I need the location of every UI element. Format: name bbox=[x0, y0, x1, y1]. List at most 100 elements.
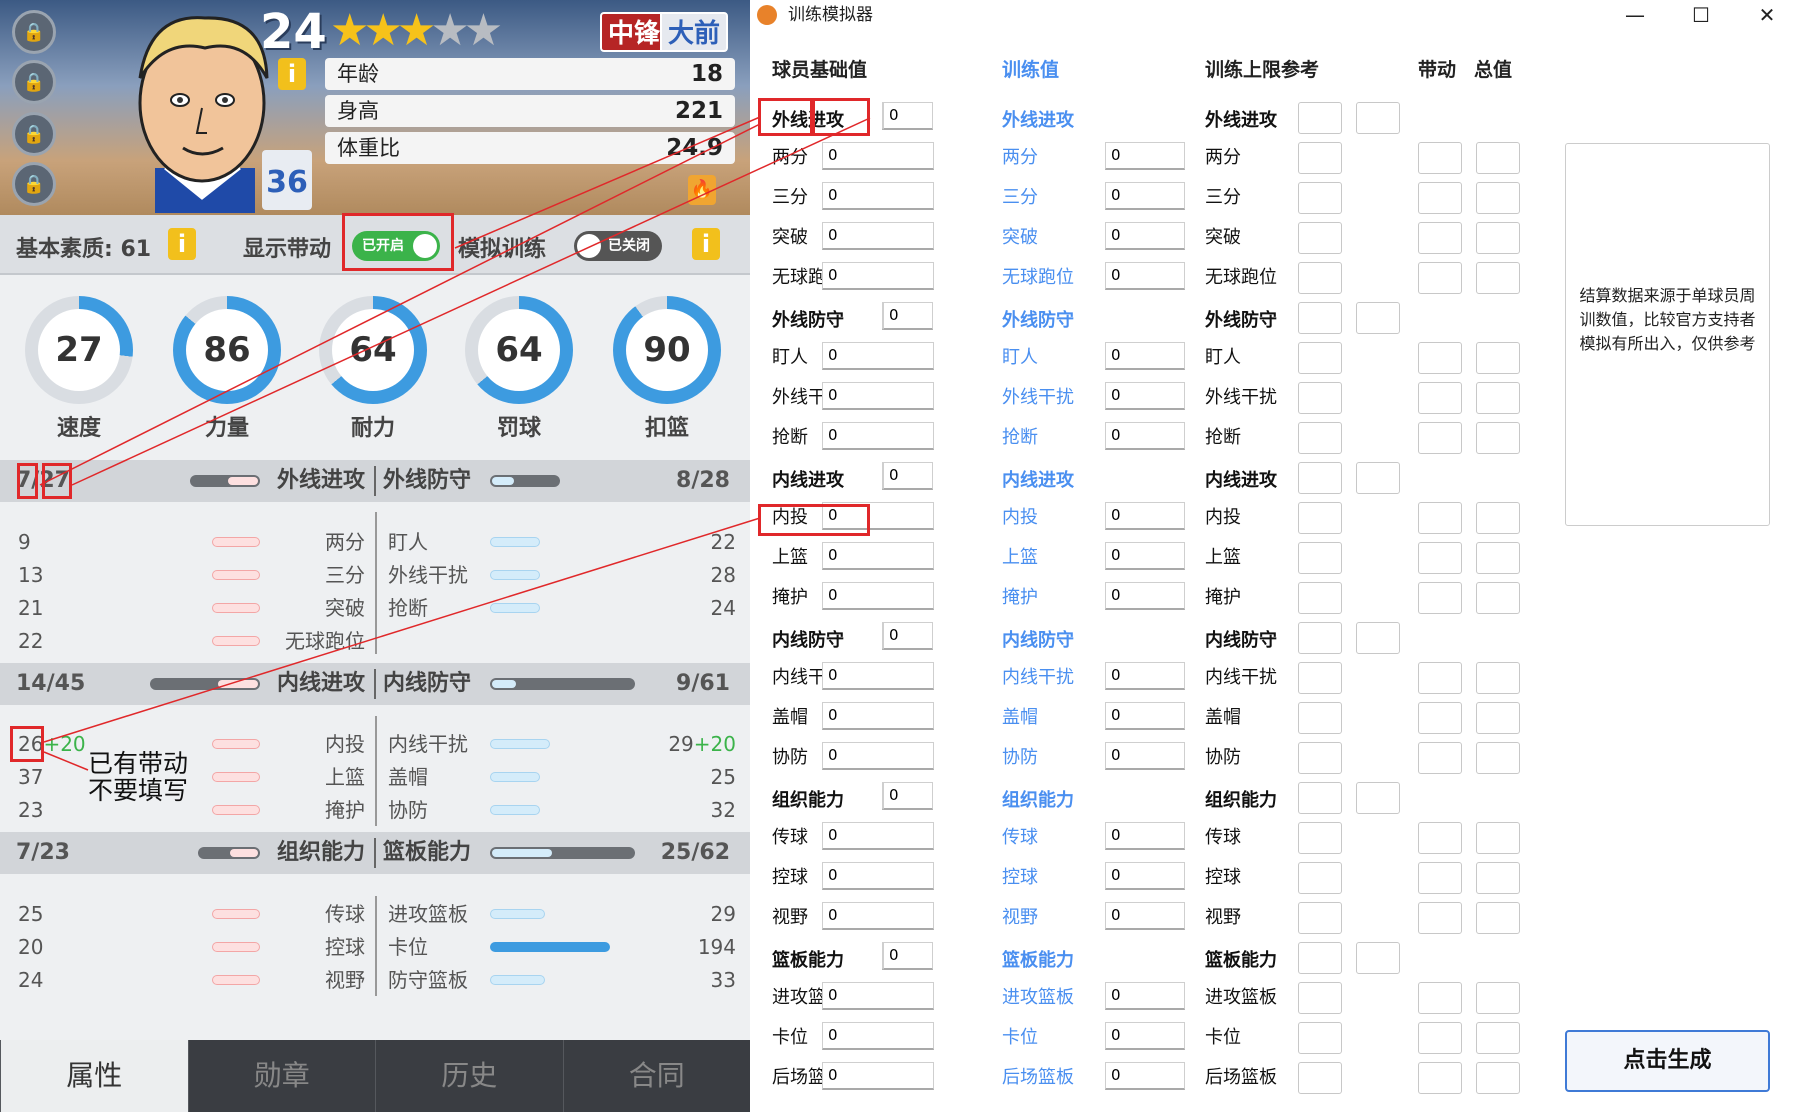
total-box[interactable] bbox=[1476, 902, 1520, 934]
train-input[interactable]: 0 bbox=[1105, 1062, 1185, 1090]
limit-box[interactable] bbox=[1298, 182, 1342, 214]
base-input[interactable]: 0 bbox=[822, 902, 934, 930]
total-box[interactable] bbox=[1476, 182, 1520, 214]
base-input[interactable]: 0 bbox=[822, 742, 934, 770]
train-input[interactable]: 0 bbox=[1105, 582, 1185, 610]
tab-history[interactable]: 历史 bbox=[375, 1040, 563, 1112]
limit-box[interactable] bbox=[1298, 582, 1342, 614]
limit-box[interactable] bbox=[1298, 382, 1342, 414]
lock-icon[interactable]: 🔒 bbox=[12, 10, 56, 54]
train-input[interactable]: 0 bbox=[1105, 382, 1185, 410]
info-icon[interactable]: i bbox=[692, 228, 720, 260]
group-limit-box[interactable] bbox=[1298, 462, 1342, 494]
boost-box[interactable] bbox=[1418, 1062, 1462, 1094]
train-input[interactable]: 0 bbox=[1105, 422, 1185, 450]
boost-box[interactable] bbox=[1418, 382, 1462, 414]
group-limit-box[interactable] bbox=[1298, 302, 1342, 334]
base-input[interactable]: 0 bbox=[822, 1022, 934, 1050]
total-box[interactable] bbox=[1476, 262, 1520, 294]
base-input[interactable]: 0 bbox=[822, 422, 934, 450]
limit-box[interactable] bbox=[1298, 542, 1342, 574]
total-box[interactable] bbox=[1476, 1062, 1520, 1094]
boost-box[interactable] bbox=[1418, 342, 1462, 374]
group-limit-box-2[interactable] bbox=[1356, 942, 1400, 974]
tab-badges[interactable]: 勋章 bbox=[187, 1040, 375, 1112]
total-box[interactable] bbox=[1476, 542, 1520, 574]
group-limit-box-2[interactable] bbox=[1356, 782, 1400, 814]
group-limit-box-2[interactable] bbox=[1356, 622, 1400, 654]
limit-box[interactable] bbox=[1298, 502, 1342, 534]
base-input[interactable]: 0 bbox=[822, 862, 934, 890]
fire-icon[interactable]: 🔥 bbox=[688, 175, 716, 205]
boost-box[interactable] bbox=[1418, 822, 1462, 854]
train-input[interactable]: 0 bbox=[1105, 502, 1185, 530]
limit-box[interactable] bbox=[1298, 1022, 1342, 1054]
base-input[interactable]: 0 bbox=[822, 662, 934, 690]
limit-box[interactable] bbox=[1298, 262, 1342, 294]
total-box[interactable] bbox=[1476, 222, 1520, 254]
limit-box[interactable] bbox=[1298, 1062, 1342, 1094]
group-limit-box-2[interactable] bbox=[1356, 302, 1400, 334]
boost-box[interactable] bbox=[1418, 662, 1462, 694]
total-box[interactable] bbox=[1476, 662, 1520, 694]
base-input[interactable]: 0 bbox=[822, 582, 934, 610]
total-box[interactable] bbox=[1476, 742, 1520, 774]
boost-box[interactable] bbox=[1418, 582, 1462, 614]
total-box[interactable] bbox=[1476, 862, 1520, 894]
boost-box[interactable] bbox=[1418, 702, 1462, 734]
total-box[interactable] bbox=[1476, 502, 1520, 534]
group-base-input-b[interactable]: 0 bbox=[883, 302, 933, 330]
total-box[interactable] bbox=[1476, 982, 1520, 1014]
boost-box[interactable] bbox=[1418, 862, 1462, 894]
train-input[interactable]: 0 bbox=[1105, 862, 1185, 890]
total-box[interactable] bbox=[1476, 822, 1520, 854]
info-icon[interactable]: i bbox=[168, 228, 196, 260]
train-input[interactable]: 0 bbox=[1105, 542, 1185, 570]
group-limit-box-2[interactable] bbox=[1356, 462, 1400, 494]
base-input[interactable]: 0 bbox=[822, 142, 934, 170]
base-input[interactable]: 0 bbox=[822, 262, 934, 290]
limit-box[interactable] bbox=[1298, 662, 1342, 694]
base-input[interactable]: 0 bbox=[822, 182, 934, 210]
total-box[interactable] bbox=[1476, 422, 1520, 454]
limit-box[interactable] bbox=[1298, 342, 1342, 374]
base-input[interactable]: 0 bbox=[822, 822, 934, 850]
train-input[interactable]: 0 bbox=[1105, 742, 1185, 770]
limit-box[interactable] bbox=[1298, 142, 1342, 174]
limit-box[interactable] bbox=[1298, 822, 1342, 854]
train-input[interactable]: 0 bbox=[1105, 1022, 1185, 1050]
train-input[interactable]: 0 bbox=[1105, 662, 1185, 690]
info-icon[interactable]: i bbox=[278, 58, 306, 90]
train-input[interactable]: 0 bbox=[1105, 262, 1185, 290]
boost-box[interactable] bbox=[1418, 262, 1462, 294]
lock-icon[interactable]: 🔒 bbox=[12, 162, 56, 206]
limit-box[interactable] bbox=[1298, 422, 1342, 454]
base-input[interactable]: 0 bbox=[822, 342, 934, 370]
train-input[interactable]: 0 bbox=[1105, 702, 1185, 730]
tab-attributes[interactable]: 属性 bbox=[0, 1040, 188, 1112]
tab-contract[interactable]: 合同 bbox=[562, 1040, 750, 1112]
minimize-button[interactable]: — bbox=[1602, 0, 1668, 30]
close-button[interactable]: ✕ bbox=[1734, 0, 1800, 30]
limit-box[interactable] bbox=[1298, 902, 1342, 934]
boost-box[interactable] bbox=[1418, 1022, 1462, 1054]
total-box[interactable] bbox=[1476, 702, 1520, 734]
group-base-input-b[interactable]: 0 bbox=[883, 942, 933, 970]
train-input[interactable]: 0 bbox=[1105, 982, 1185, 1010]
total-box[interactable] bbox=[1476, 142, 1520, 174]
limit-box[interactable] bbox=[1298, 982, 1342, 1014]
total-box[interactable] bbox=[1476, 582, 1520, 614]
train-input[interactable]: 0 bbox=[1105, 902, 1185, 930]
group-limit-box[interactable] bbox=[1298, 942, 1342, 974]
base-input[interactable]: 0 bbox=[822, 702, 934, 730]
total-box[interactable] bbox=[1476, 1022, 1520, 1054]
generate-button[interactable]: 点击生成 bbox=[1565, 1030, 1770, 1092]
boost-box[interactable] bbox=[1418, 902, 1462, 934]
train-input[interactable]: 0 bbox=[1105, 222, 1185, 250]
group-base-input-b[interactable]: 0 bbox=[883, 462, 933, 490]
base-input[interactable]: 0 bbox=[822, 1062, 934, 1090]
group-base-input-b[interactable]: 0 bbox=[883, 102, 933, 130]
lock-icon[interactable]: 🔒 bbox=[12, 112, 56, 156]
boost-box[interactable] bbox=[1418, 982, 1462, 1014]
base-input[interactable]: 0 bbox=[822, 222, 934, 250]
